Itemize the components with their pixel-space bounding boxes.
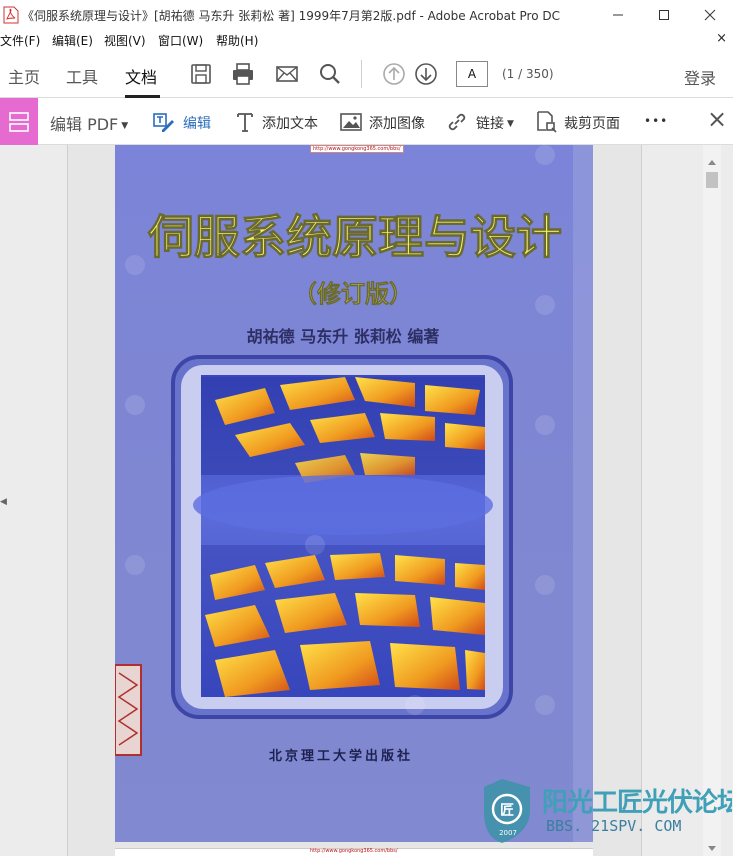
left-panel-expand-icon[interactable]: ◀ bbox=[0, 497, 7, 507]
link-label: 链接 bbox=[476, 116, 504, 132]
mail-icon[interactable] bbox=[275, 62, 299, 86]
chevron-down-icon: ▼ bbox=[507, 119, 514, 129]
more-options-button[interactable]: ••• bbox=[644, 114, 668, 128]
lower-grid bbox=[201, 545, 485, 697]
link-dropdown[interactable]: 链接 ▼ bbox=[476, 113, 514, 133]
crop-page-icon[interactable] bbox=[534, 110, 558, 134]
print-icon[interactable] bbox=[231, 62, 255, 86]
menu-file[interactable]: 文件(F) bbox=[0, 32, 40, 49]
vertical-scrollbar[interactable] bbox=[703, 145, 721, 856]
forum-watermark: 匠 2007 阳光工匠光伏论坛 BBS. 21SPV. COM bbox=[482, 775, 733, 845]
add-image-button[interactable]: 添加图像 bbox=[369, 113, 425, 133]
menu-help[interactable]: 帮助(H) bbox=[216, 32, 258, 49]
tab-home[interactable]: 主页 bbox=[8, 64, 40, 88]
edit-button[interactable]: 编辑 bbox=[183, 113, 211, 133]
document-viewport[interactable]: ◀ ▶ bbox=[0, 145, 733, 856]
menu-close-document-button[interactable]: × bbox=[716, 31, 727, 46]
crop-page-button[interactable]: 裁剪页面 bbox=[564, 113, 620, 133]
scrollbar-thumb[interactable] bbox=[706, 172, 718, 188]
login-button[interactable]: 登录 bbox=[684, 65, 716, 89]
menu-edit[interactable]: 编辑(E) bbox=[52, 32, 93, 49]
page-number-input[interactable]: A bbox=[456, 61, 488, 87]
link-icon[interactable] bbox=[445, 110, 469, 134]
upper-grid bbox=[201, 377, 485, 483]
menu-window[interactable]: 窗口(W) bbox=[158, 32, 203, 49]
svg-text:2007: 2007 bbox=[499, 829, 517, 837]
menu-view[interactable]: 视图(V) bbox=[104, 32, 146, 49]
page-url-stamp: http://www.gongkong365.com/bbs/ bbox=[310, 145, 404, 153]
next-page-url-stamp: http://www.gongkong365.com/bbs/ bbox=[310, 848, 398, 854]
next-page-icon[interactable] bbox=[414, 62, 438, 86]
minimize-icon bbox=[613, 14, 623, 16]
tab-document[interactable]: 文档 bbox=[125, 64, 157, 88]
add-text-icon[interactable] bbox=[233, 110, 257, 134]
menu-bar: 文件(F) 编辑(E) 视图(V) 窗口(W) 帮助(H) × bbox=[0, 30, 733, 50]
window-title: 《伺服系统原理与设计》[胡祐德 马东升 张莉松 著] 1999年7月第2版.pd… bbox=[22, 9, 561, 23]
edit-pane-toggle[interactable] bbox=[0, 98, 38, 145]
book-cover-image: 伺服系统原理与设计 （修订版） 胡祐德 马东升 张莉松 编著 北京理工大学出版社 bbox=[115, 145, 593, 842]
chevron-down-icon: ▼ bbox=[121, 121, 129, 131]
tab-tools[interactable]: 工具 bbox=[66, 64, 98, 88]
right-edge-panel bbox=[721, 145, 733, 856]
book-title: 伺服系统原理与设计 bbox=[147, 210, 562, 264]
search-icon[interactable] bbox=[318, 62, 342, 86]
acrobat-app-icon bbox=[3, 6, 19, 24]
book-authors: 胡祐德 马东升 张莉松 编著 bbox=[247, 327, 440, 346]
maximize-button[interactable] bbox=[641, 0, 687, 30]
left-gutter bbox=[0, 145, 68, 856]
main-toolbar: 主页 工具 文档 A (1 / 350) 登录 bbox=[0, 50, 733, 98]
book-publisher: 北京理工大学出版社 bbox=[269, 748, 413, 764]
svg-text:阳光工匠光伏论坛: 阳光工匠光伏论坛 bbox=[542, 788, 732, 818]
forum-logo: 匠 2007 阳光工匠光伏论坛 BBS. 21SPV. COM bbox=[484, 779, 733, 843]
prev-page-icon[interactable] bbox=[382, 62, 406, 86]
toolbar-separator bbox=[361, 60, 362, 88]
close-window-button[interactable] bbox=[687, 0, 733, 30]
page-count: (1 / 350) bbox=[502, 67, 554, 81]
pdf-page: 伺服系统原理与设计 （修订版） 胡祐德 马东升 张莉松 编著 北京理工大学出版社… bbox=[115, 145, 593, 842]
save-icon[interactable] bbox=[189, 62, 213, 86]
add-image-icon[interactable] bbox=[339, 110, 363, 134]
svg-text:匠: 匠 bbox=[500, 803, 514, 819]
acrobat-window: 《伺服系统原理与设计》[胡祐德 马东升 张莉松 著] 1999年7月第2版.pd… bbox=[0, 0, 733, 856]
edit-pdf-icon bbox=[9, 111, 29, 132]
title-bar: 《伺服系统原理与设计》[胡祐德 马东升 张莉松 著] 1999年7月第2版.pd… bbox=[0, 0, 733, 30]
close-icon bbox=[704, 9, 716, 21]
scroll-up-icon[interactable] bbox=[703, 155, 721, 171]
right-gutter bbox=[641, 145, 703, 856]
edit-pdf-dropdown[interactable]: 编辑 PDF ▼ bbox=[50, 111, 128, 135]
add-text-button[interactable]: 添加文本 bbox=[262, 113, 318, 133]
edit-pdf-toolbar: 编辑 PDF ▼ 编辑 添加文本 添加图像 链接 ▼ 裁剪页面 ••• × bbox=[0, 98, 733, 145]
library-stamp bbox=[115, 664, 142, 756]
close-edit-toolbar-button[interactable]: × bbox=[707, 105, 727, 133]
minimize-button[interactable] bbox=[595, 0, 641, 30]
edit-pdf-label: 编辑 PDF bbox=[50, 115, 119, 134]
svg-text:BBS. 21SPV. COM: BBS. 21SPV. COM bbox=[546, 817, 681, 835]
edit-text-image-icon[interactable] bbox=[152, 110, 176, 134]
maximize-icon bbox=[659, 10, 669, 20]
book-edition: （修订版） bbox=[293, 280, 413, 308]
